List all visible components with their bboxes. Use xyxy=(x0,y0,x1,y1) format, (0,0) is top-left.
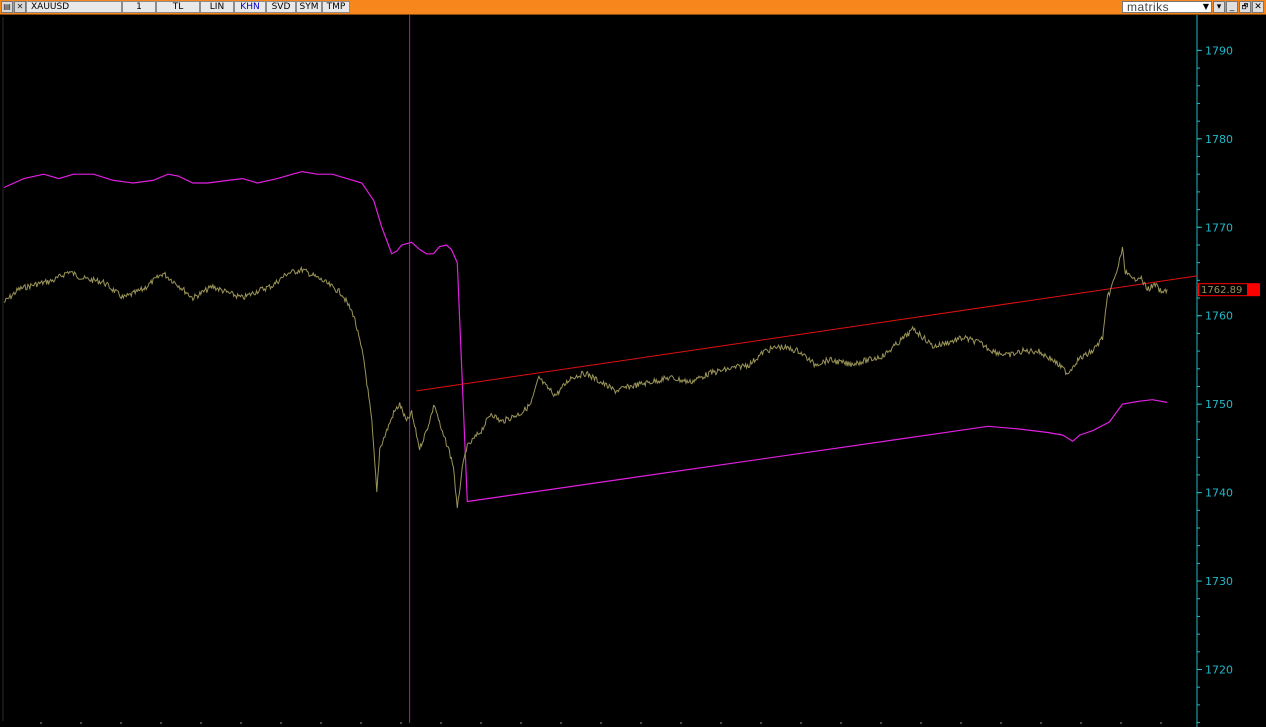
x-axis-dot xyxy=(760,722,762,724)
tl-button[interactable]: TL xyxy=(156,1,200,13)
restore-button[interactable]: 🗗 xyxy=(1239,1,1251,13)
x-axis-dot xyxy=(560,722,562,724)
y-tick-label: 1760 xyxy=(1205,310,1233,323)
lin-button[interactable]: LIN xyxy=(200,1,234,13)
x-axis-dot xyxy=(200,722,202,724)
x-axis-dot xyxy=(280,722,282,724)
x-axis-dot xyxy=(400,722,402,724)
brand-logo: matriks ▼ xyxy=(1122,0,1212,14)
period-field[interactable]: 1 xyxy=(122,1,156,13)
x-axis-dot xyxy=(800,722,802,724)
x-axis-dot xyxy=(120,722,122,724)
x-axis-dot xyxy=(520,722,522,724)
x-axis-dot xyxy=(360,722,362,724)
x-axis-dot xyxy=(1160,722,1162,724)
last-price-label: 1762.89 xyxy=(1201,285,1242,296)
x-axis-dot xyxy=(1080,722,1082,724)
tmp-button[interactable]: TMP xyxy=(322,1,350,13)
x-axis-dot xyxy=(40,722,42,724)
x-axis-dot xyxy=(1120,722,1122,724)
x-axis-dot xyxy=(920,722,922,724)
sym-button[interactable]: SYM xyxy=(296,1,322,13)
brand-text: matriks xyxy=(1127,0,1170,14)
x-axis-dot xyxy=(720,722,722,724)
y-tick-label: 1730 xyxy=(1205,575,1233,588)
x-axis-dot xyxy=(160,722,162,724)
brand-dropdown-icon[interactable]: ▼ xyxy=(1203,2,1209,11)
y-tick-label: 1750 xyxy=(1205,398,1233,411)
chart-menu-icon[interactable]: ▤ xyxy=(1,1,13,13)
khn-button[interactable]: KHN xyxy=(234,1,266,13)
chart-background xyxy=(0,15,1266,727)
x-axis-dot xyxy=(680,722,682,724)
x-axis-dot xyxy=(880,722,882,724)
symbol-field[interactable]: XAUUSD xyxy=(26,1,122,13)
symbol-flag-icon: ✕ xyxy=(14,1,26,13)
svd-button[interactable]: SVD xyxy=(266,1,296,13)
x-axis-dot xyxy=(1000,722,1002,724)
price-chart[interactable]: 1720 1730 1740 1750 1760 1770 1780 1790 1762.89 xyxy=(0,15,1266,727)
x-axis-dot xyxy=(240,722,242,724)
x-axis-dot xyxy=(1040,722,1042,724)
x-axis-dot xyxy=(480,722,482,724)
x-axis-dot xyxy=(440,722,442,724)
x-axis-dot xyxy=(80,722,82,724)
x-axis-dot xyxy=(960,722,962,724)
x-axis-dot xyxy=(320,722,322,724)
y-tick-label: 1770 xyxy=(1205,221,1233,234)
y-tick-label: 1740 xyxy=(1205,487,1233,500)
y-tick-label: 1780 xyxy=(1205,133,1233,146)
x-axis-dot xyxy=(840,722,842,724)
y-tick-label: 1790 xyxy=(1205,44,1233,57)
close-button[interactable]: ✕ xyxy=(1252,1,1264,13)
y-tick-label: 1720 xyxy=(1205,664,1233,677)
dropdown-icon[interactable]: ▾ xyxy=(1213,1,1225,13)
x-axis-dot xyxy=(640,722,642,724)
chart-toolbar: ▤ ✕ XAUUSD 1 TL LIN KHN SVD SYM TMP matr… xyxy=(0,0,1266,15)
x-axis-dot xyxy=(600,722,602,724)
minimize-button[interactable]: _ xyxy=(1226,1,1238,13)
